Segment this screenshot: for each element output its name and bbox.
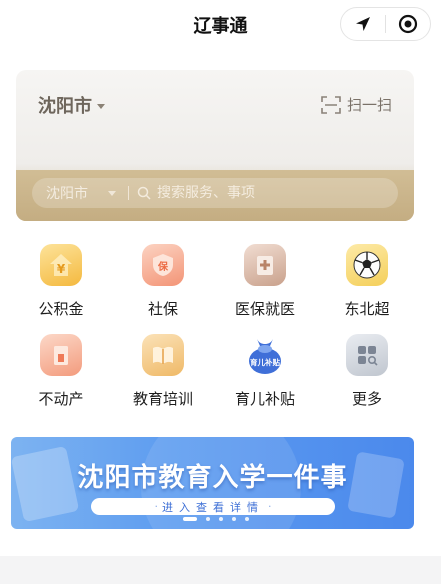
navigation-arrow-icon [356,17,370,31]
service-education[interactable]: 教育培训 [113,334,213,416]
scan-button[interactable]: 扫一扫 [321,94,392,115]
service-row: 不动产 教育培训 育儿补贴 育儿补贴 更多 [0,334,441,416]
search-bar[interactable]: 沈阳市 [32,178,398,208]
chevron-down-icon [97,103,105,109]
service-label: 东北超 [344,300,390,318]
search-input[interactable] [157,185,357,201]
service-northeast-super-league[interactable]: 东北超 [317,244,417,326]
service-label: 育儿补贴 [234,390,295,408]
soccer-ball-icon [346,244,388,286]
education-book-icon [142,334,184,376]
mini-program-capsule [340,7,431,41]
bottom-section [0,556,441,584]
social-security-icon: 保 [142,244,184,286]
pagination-dot[interactable] [206,517,210,521]
pagination-dot[interactable] [245,517,249,521]
promo-banner[interactable]: 沈阳市教育入学一件事 · 进入查看详情 · [11,437,414,529]
scan-label: 扫一扫 [346,96,392,114]
service-medical-insurance[interactable]: 医保就医 [215,244,315,326]
medical-insurance-icon [244,244,286,286]
service-label: 教育培训 [132,390,193,408]
more-apps-icon [346,334,388,376]
childcare-icon-text: 育儿补贴 [250,357,280,367]
banner-cta-button[interactable]: · 进入查看详情 · [91,498,335,515]
city-name: 沈阳市 [38,96,92,117]
service-real-estate[interactable]: 不动产 [11,334,111,416]
service-label: 公积金 [38,300,84,318]
search-divider [128,186,129,200]
pagination-dot[interactable] [219,517,223,521]
service-label: 社保 [147,300,178,318]
banner-title: 沈阳市教育入学一件事 [77,463,348,493]
chevron-down-icon [108,190,116,196]
service-label: 不动产 [38,390,84,408]
svg-text:保: 保 [157,260,169,273]
service-provident-fund[interactable]: ¥ 公积金 [11,244,111,326]
city-selector[interactable]: 沈阳市 [38,92,105,118]
pagination-dot[interactable] [183,517,197,521]
real-estate-icon [40,334,82,376]
city-header-card: 沈阳市 扫一扫 沈阳市 [16,70,414,221]
provident-fund-icon: ¥ [40,244,82,286]
svg-text:¥: ¥ [57,262,66,276]
banner-cta-label: 进入查看详情 [162,500,264,514]
search-city-selector[interactable]: 沈阳市 [46,183,88,203]
service-social-security[interactable]: 保 社保 [113,244,213,326]
search-icon [137,186,151,200]
service-more[interactable]: 更多 [317,334,417,416]
service-childcare-subsidy[interactable]: 育儿补贴 育儿补贴 [215,334,315,416]
scan-frame-icon [321,95,341,114]
location-button[interactable] [341,8,385,40]
pagination-dot[interactable] [232,517,236,521]
service-row: ¥ 公积金 保 社保 医保就医 东北超 [0,244,441,326]
service-label: 更多 [351,390,382,408]
childcare-bag-icon: 育儿补贴 [244,334,286,376]
close-button[interactable] [386,8,430,40]
service-label: 医保就医 [234,300,295,318]
target-circle-icon [398,14,418,34]
banner-pagination [183,517,258,521]
top-bar: 辽事通 [0,0,441,50]
